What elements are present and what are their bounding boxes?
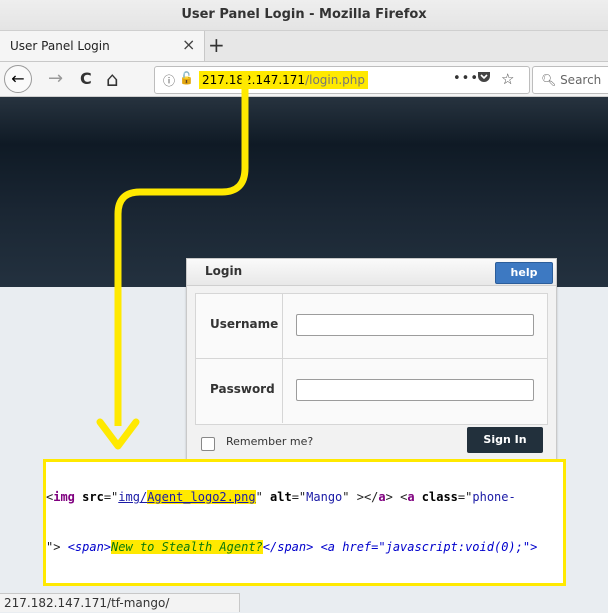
password-label: Password [210, 382, 275, 396]
password-label-cell: Password [196, 359, 283, 423]
username-input[interactable] [296, 314, 534, 336]
url-text[interactable]: 217.182.147.171/login.php [199, 71, 368, 89]
login-form: Username Password [195, 293, 548, 425]
search-placeholder: Search [560, 73, 602, 87]
reload-icon[interactable]: C [80, 62, 92, 96]
sign-in-button[interactable]: Sign In [467, 427, 543, 453]
username-label-cell: Username [196, 294, 283, 358]
info-icon[interactable]: ⓘ [163, 72, 175, 89]
login-panel-header: Login help [187, 259, 556, 286]
code-line-span: "> <span>New to Stealth Agent?</span> <a… [46, 540, 538, 554]
window-title: User Panel Login - Mozilla Firefox [0, 0, 608, 31]
search-icon: 🔍︎ [541, 73, 557, 87]
search-input[interactable]: 🔍︎ Search [532, 66, 608, 94]
tab-strip: User Panel Login × + [0, 31, 608, 62]
url-host: 217.182.147.171 [202, 73, 306, 87]
login-panel-title: Login [205, 264, 243, 278]
tab-title: User Panel Login [10, 39, 110, 53]
url-path: /login.php [305, 73, 365, 87]
page-actions-icon[interactable]: ••• [453, 71, 479, 86]
forward-arrow-icon[interactable]: → [48, 62, 63, 96]
back-arrow-icon[interactable]: ← [4, 65, 32, 93]
insecure-lock-icon[interactable]: 🔓 [179, 71, 194, 85]
password-row: Password [196, 359, 547, 423]
code-line-img: <img src="img/Agent_logo2.png" alt="Mang… [46, 490, 516, 504]
home-icon[interactable]: ⌂ [106, 62, 119, 96]
username-row: Username [196, 294, 547, 359]
stealth-agent-highlight: New to Stealth Agent? [111, 540, 263, 554]
navigation-bar: ← → C ⌂ ⓘ 🔓 217.182.147.171/login.php ••… [0, 62, 608, 97]
tab-user-panel-login[interactable]: User Panel Login × [0, 31, 205, 61]
source-code-callout: <img src="img/Agent_logo2.png" alt="Mang… [43, 459, 566, 586]
remember-me-label: Remember me? [226, 435, 314, 448]
bookmark-star-icon[interactable]: ☆ [501, 70, 514, 88]
status-bar-url: 217.182.147.171/tf-mango/ [0, 593, 240, 612]
close-tab-icon[interactable]: × [182, 35, 195, 54]
password-input[interactable] [296, 379, 534, 401]
logo-filename-highlight: Agent_logo2.png [147, 490, 256, 504]
url-bar[interactable]: ⓘ 🔓 217.182.147.171/login.php ••• ☆ [154, 66, 530, 94]
pocket-icon[interactable] [477, 70, 491, 88]
help-button[interactable]: help [495, 262, 553, 284]
remember-me-checkbox[interactable] [201, 437, 215, 451]
new-tab-icon[interactable]: + [208, 33, 225, 57]
username-label: Username [210, 317, 279, 331]
